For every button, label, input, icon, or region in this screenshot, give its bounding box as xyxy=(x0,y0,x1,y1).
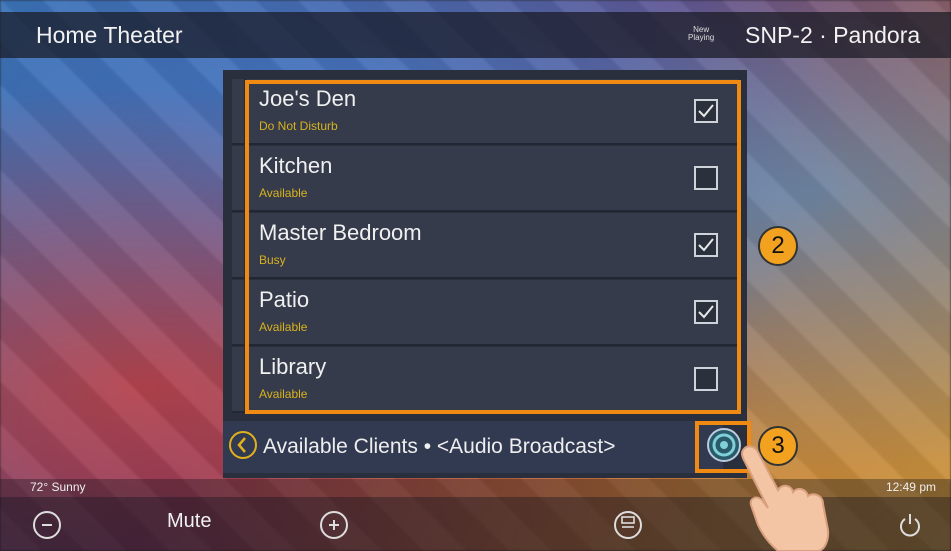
weather-readout: 72° Sunny xyxy=(30,480,86,494)
source-label[interactable]: SNP-2 · Pandora xyxy=(745,22,920,49)
callout-badge-2: 2 xyxy=(758,226,798,266)
volume-down-button[interactable] xyxy=(33,511,61,539)
room-title: Home Theater xyxy=(36,22,183,48)
top-bar: Home Theater New Playing SNP-2 · Pandora xyxy=(0,12,951,58)
menu-button[interactable] xyxy=(614,511,642,539)
list-highlight-box xyxy=(245,80,741,414)
pointing-hand-icon xyxy=(740,445,830,551)
back-button[interactable] xyxy=(229,431,257,459)
clock-readout: 12:49 pm xyxy=(885,480,936,494)
tray-icon xyxy=(621,516,635,528)
panel-footer: Available Clients • <Audio Broadcast> xyxy=(223,421,741,473)
now-playing-line-2: Playing xyxy=(688,33,715,42)
chevron-left-icon xyxy=(237,437,246,453)
power-button[interactable] xyxy=(896,511,924,539)
power-icon xyxy=(900,514,920,537)
volume-up-button[interactable] xyxy=(320,511,348,539)
footer-title: Available Clients • <Audio Broadcast> xyxy=(263,435,616,458)
minus-icon xyxy=(42,524,52,526)
now-playing-indicator[interactable]: New Playing xyxy=(688,26,714,42)
plus-icon xyxy=(329,520,339,530)
mute-button[interactable]: Mute xyxy=(167,510,211,533)
